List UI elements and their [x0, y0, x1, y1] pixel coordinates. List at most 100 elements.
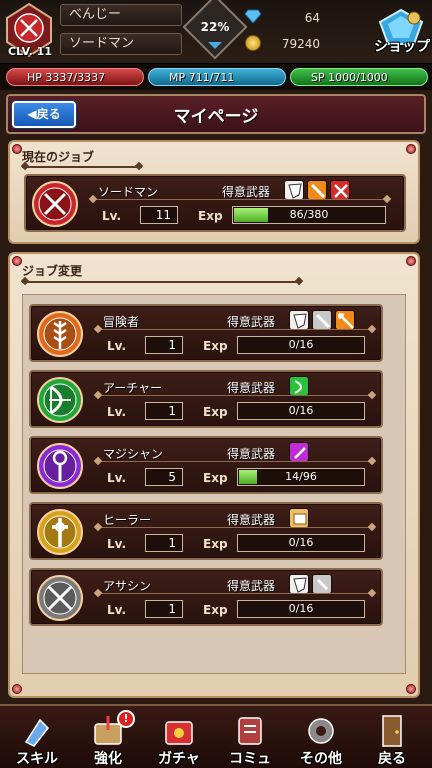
dual-sword-icon	[330, 180, 350, 200]
nav-label: ガチャ	[158, 751, 200, 767]
page-header: マイページ ◀戻る	[6, 94, 426, 134]
weapon-label: 得意武器	[227, 447, 276, 461]
lv-label: Lv.	[107, 405, 127, 419]
nav-item-gacha[interactable]: ガチャ	[148, 710, 210, 768]
ornament-divider	[95, 527, 375, 528]
nav-item-community[interactable]: コミュ	[219, 710, 281, 768]
chevron-left-icon: ◀	[27, 107, 37, 121]
nav-label: 戻る	[378, 751, 406, 767]
job-name: マジシャン	[103, 447, 164, 461]
rivet-decoration	[406, 256, 416, 266]
shield-icon	[289, 574, 309, 594]
rivet-decoration	[406, 684, 416, 694]
lv-value: 5	[145, 468, 183, 486]
shop-button[interactable]: ショップ	[372, 36, 432, 56]
lv-value: 1	[145, 336, 183, 354]
weapon-icons	[284, 180, 350, 200]
bow-icon	[289, 376, 309, 396]
book-icon	[289, 508, 309, 528]
job-card[interactable]: マジシャン 得意武器 Lv. 5 Exp 14/96	[29, 436, 383, 494]
job-name: アサシン	[103, 579, 152, 593]
coin-count: 79240	[281, 37, 320, 51]
chevron-down-icon	[208, 42, 222, 49]
weapon-label: 得意武器	[227, 579, 276, 593]
exp-bar: 0/16	[237, 336, 365, 354]
job-change-panel: ジョブ変更 冒険者 得意武器 Lv. 1 Exp 0/16 アーチャー 得意武器 Lv. 1 Exp…	[8, 252, 420, 698]
job-name: ヒーラー	[103, 513, 152, 527]
weapon-icons	[289, 508, 309, 528]
lv-label: Lv.	[107, 339, 127, 353]
weapon-label: 得意武器	[227, 315, 276, 329]
weapon-label: 得意武器	[227, 513, 276, 527]
exp-value: 0/16	[288, 536, 314, 549]
exp-value: 0/16	[288, 404, 314, 417]
stat-bars: HP 3337/3337 MP 711/711 SP 1000/1000	[0, 64, 432, 90]
mp-bar: MP 711/711	[148, 68, 286, 86]
player-name: べんじー	[60, 4, 182, 26]
rivet-decoration	[12, 144, 22, 154]
exp-value: 86/380	[289, 208, 329, 221]
back-button-label: 戻る	[36, 107, 61, 121]
progress-percent: 22%	[200, 20, 230, 34]
exp-value: 0/16	[288, 602, 314, 615]
lv-value: 11	[140, 206, 178, 224]
bow-emblem-icon	[37, 377, 83, 423]
exp-label: Exp	[203, 537, 228, 551]
shield-icon	[284, 180, 304, 200]
ornament-divider	[95, 461, 375, 462]
nav-item-skill[interactable]: スキル	[6, 710, 68, 768]
cross-emblem-icon	[37, 509, 83, 555]
job-card[interactable]: アサシン 得意武器 Lv. 1 Exp 0/16	[29, 568, 383, 626]
lv-value: 1	[145, 600, 183, 618]
current-job-name: ソードマン	[98, 185, 159, 199]
gacha-icon	[165, 721, 193, 745]
lv-label: Lv.	[107, 603, 127, 617]
lv-label: Lv.	[102, 209, 122, 223]
sword-icon	[312, 310, 332, 330]
ornament-divider	[90, 199, 390, 200]
notification-badge: !	[117, 710, 135, 728]
weapon-icons	[289, 310, 355, 330]
job-name: 冒険者	[103, 315, 140, 329]
weapon-label: 得意武器	[222, 185, 271, 199]
rivet-decoration	[406, 144, 416, 154]
exp-value: 14/96	[285, 470, 317, 483]
lv-value: 1	[145, 402, 183, 420]
wheat-emblem-icon	[37, 311, 83, 357]
ornament-divider	[22, 281, 302, 283]
current-job-card: ソードマン 得意武器 Lv. 11 Exp 86/380	[24, 174, 406, 232]
exp-bar: 14/96	[237, 468, 365, 486]
top-status-bar: CLV. 11 べんじー ソードマン 22% 64 79240 ショップ	[0, 0, 432, 64]
rivet-decoration	[12, 684, 22, 694]
door-icon	[382, 715, 402, 747]
nav-item-settings[interactable]: その他	[290, 710, 352, 768]
staff-emblem-icon	[37, 443, 83, 489]
player-level: CLV. 11	[8, 45, 52, 58]
lv-label: Lv.	[107, 471, 127, 485]
skill-icon	[24, 718, 49, 747]
ornament-divider	[22, 166, 142, 168]
exp-value: 0/16	[288, 338, 314, 351]
job-name: アーチャー	[103, 381, 163, 395]
back-button[interactable]: ◀戻る	[12, 101, 76, 128]
bottom-nav: スキル 強化! ガチャ コミュ その他 戻る	[0, 704, 432, 768]
crossed-daggers-emblem-icon	[37, 575, 83, 621]
sword-emblem-icon	[32, 181, 78, 227]
hp-bar: HP 3337/3337	[6, 68, 144, 86]
staff-icon	[289, 442, 309, 462]
exp-bar: 86/380	[232, 206, 386, 224]
ornament-divider	[95, 593, 375, 594]
spear-icon	[335, 310, 355, 330]
nav-label: その他	[300, 751, 342, 767]
nav-label: 強化	[94, 751, 122, 767]
sword-icon	[307, 180, 327, 200]
job-card[interactable]: ヒーラー 得意武器 Lv. 1 Exp 0/16	[29, 502, 383, 560]
current-job-title: 現在のジョブ	[22, 150, 95, 164]
exp-label: Exp	[203, 339, 228, 353]
ornament-divider	[95, 329, 375, 330]
job-card[interactable]: 冒険者 得意武器 Lv. 1 Exp 0/16	[29, 304, 383, 362]
weapon-icons	[289, 376, 309, 396]
nav-item-door[interactable]: 戻る	[361, 710, 423, 768]
job-card[interactable]: アーチャー 得意武器 Lv. 1 Exp 0/16	[29, 370, 383, 428]
nav-item-upgrade[interactable]: 強化!	[77, 710, 139, 768]
